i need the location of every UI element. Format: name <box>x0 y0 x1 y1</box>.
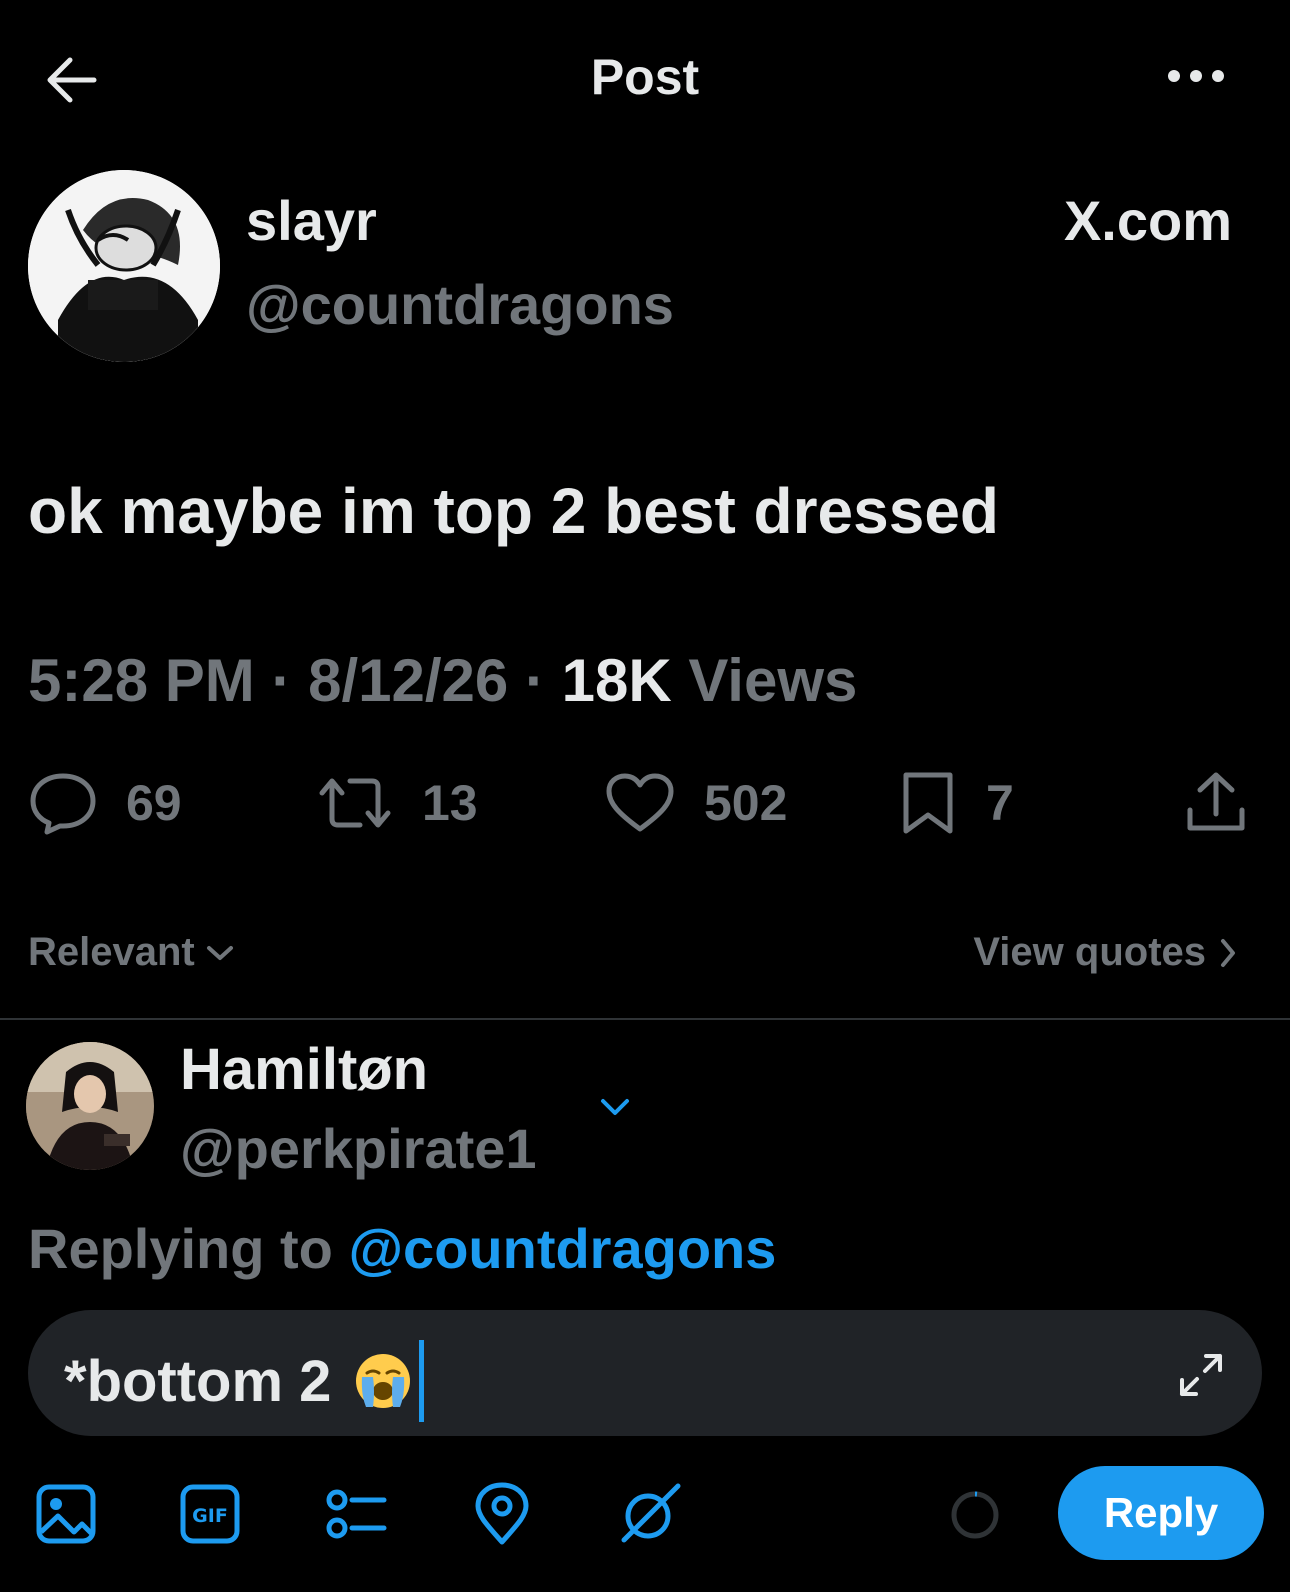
expand-icon <box>1180 1354 1222 1396</box>
loudly-crying-face-emoji-icon <box>356 1354 411 1408</box>
sort-label: Relevant <box>28 930 195 974</box>
post-date: 8/12/26 <box>308 647 509 714</box>
replying-mention[interactable]: @countdragons <box>348 1217 776 1280</box>
meta-separator: · <box>524 647 545 714</box>
repost-action[interactable]: 13 <box>316 768 478 838</box>
reply-count: 69 <box>126 775 182 831</box>
chevron-right-icon <box>1221 938 1235 967</box>
post-meta: 5:28 PM · 8/12/26 · 18K Views <box>28 646 857 715</box>
repost-icon <box>319 778 391 828</box>
add-poll-button[interactable] <box>324 1482 388 1546</box>
account-switcher-button[interactable] <box>598 1090 632 1124</box>
meta-separator: · <box>271 647 292 714</box>
gif-icon: GIF <box>180 1484 240 1544</box>
bookmark-action[interactable]: 7 <box>898 768 1014 838</box>
view-quotes-link[interactable]: View quotes <box>973 930 1238 975</box>
more-options-button[interactable] <box>1164 62 1228 90</box>
views-count: 18K <box>561 647 672 714</box>
add-location-button[interactable] <box>470 1482 534 1546</box>
chevron-down-icon <box>206 945 233 960</box>
reply-icon <box>30 773 96 835</box>
like-action[interactable]: 502 <box>604 768 787 838</box>
bookmark-count: 7 <box>986 775 1014 831</box>
reply-action[interactable]: 69 <box>28 768 182 838</box>
post-text: ok maybe im top 2 best dressed <box>28 475 999 547</box>
reply-submit-button[interactable]: Reply <box>1058 1466 1264 1560</box>
share-action[interactable] <box>1184 768 1248 838</box>
replying-account-handle: @perkpirate1 <box>180 1117 537 1180</box>
divider <box>0 1018 1290 1020</box>
grok-icon <box>621 1483 681 1543</box>
chevron-down-icon <box>601 1099 629 1115</box>
poll-icon <box>326 1489 387 1539</box>
svg-text:GIF: GIF <box>192 1505 228 1527</box>
replying-account-avatar[interactable] <box>26 1042 154 1170</box>
grok-button[interactable] <box>618 1482 682 1546</box>
sort-dropdown[interactable]: Relevant <box>28 930 235 975</box>
text-cursor <box>419 1340 425 1422</box>
author-handle[interactable]: @countdragons <box>246 272 674 337</box>
add-gif-button[interactable]: GIF <box>178 1482 242 1546</box>
reply-draft-text: *bottom 2 <box>64 1348 332 1414</box>
more-icon <box>1168 70 1224 82</box>
page-title: Post <box>590 49 700 105</box>
views-label: Views <box>688 647 858 714</box>
progress-ring-icon <box>951 1491 999 1539</box>
image-icon <box>36 1484 96 1544</box>
location-icon <box>475 1482 529 1545</box>
add-media-button[interactable] <box>34 1482 98 1546</box>
post-time: 5:28 PM <box>28 647 255 714</box>
author-name[interactable]: slayr <box>246 188 377 253</box>
character-count-ring <box>950 1490 1000 1540</box>
replying-prefix: Replying to <box>28 1217 333 1280</box>
repost-count: 13 <box>422 775 478 831</box>
expand-composer-button[interactable] <box>1178 1352 1224 1398</box>
post-source-label: X.com <box>1063 189 1232 252</box>
replying-account-name: Hamiltøn <box>180 1037 429 1102</box>
share-icon <box>1187 772 1245 831</box>
replying-to-line: Replying to @countdragons <box>28 1216 776 1281</box>
heart-icon <box>606 773 674 832</box>
avatar-photo <box>26 1042 154 1170</box>
reply-draft[interactable]: *bottom 2 <box>64 1340 425 1422</box>
bookmark-icon <box>903 772 953 834</box>
author-avatar[interactable] <box>28 170 220 362</box>
like-count: 502 <box>704 775 788 831</box>
avatar-illustration <box>28 170 220 362</box>
view-quotes-label: View quotes <box>973 930 1206 974</box>
